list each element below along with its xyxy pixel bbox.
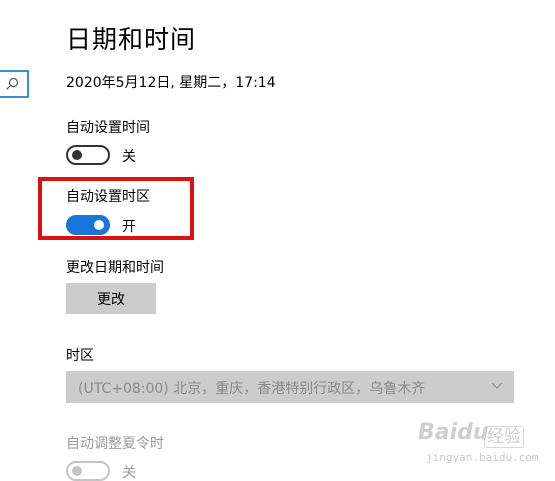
- change-button[interactable]: 更改: [66, 283, 156, 314]
- sidebar-search-box[interactable]: [0, 70, 29, 98]
- baidu-jingyan-watermark: Baidu 经验 jingyan.baidu.com: [418, 420, 543, 470]
- watermark-site: jingyan.baidu.com: [426, 451, 539, 464]
- auto-timezone-label: 自动设置时区: [66, 189, 150, 205]
- daylight-saving-toggle[interactable]: [66, 461, 110, 481]
- watermark-product: 经验: [484, 426, 524, 448]
- auto-time-label: 自动设置时间: [66, 120, 150, 136]
- timezone-selected-value: (UTC+08:00) 北京，重庆，香港特别行政区，乌鲁木齐: [78, 381, 426, 397]
- toggle-knob: [72, 466, 82, 476]
- search-icon: [6, 77, 19, 90]
- change-datetime-label: 更改日期和时间: [66, 260, 164, 276]
- date-time-settings-page: 日期和时间 2020年5月12日, 星期二，17:14 自动设置时间 关 自动设…: [0, 0, 555, 481]
- auto-time-toggle[interactable]: [66, 145, 110, 165]
- daylight-saving-state: 关: [122, 465, 136, 481]
- auto-timezone-toggle[interactable]: [66, 215, 110, 235]
- watermark-brand: Baidu: [418, 420, 489, 445]
- auto-time-state: 关: [122, 149, 136, 165]
- daylight-saving-label: 自动调整夏令时: [66, 436, 164, 452]
- toggle-knob: [94, 220, 104, 230]
- auto-timezone-state: 开: [122, 219, 136, 235]
- page-title: 日期和时间: [66, 25, 197, 54]
- chevron-down-icon: [491, 382, 503, 389]
- timezone-label: 时区: [66, 348, 94, 364]
- toggle-knob: [72, 150, 82, 160]
- current-datetime: 2020年5月12日, 星期二，17:14: [66, 75, 276, 91]
- timezone-select[interactable]: (UTC+08:00) 北京，重庆，香港特别行政区，乌鲁木齐: [66, 371, 514, 403]
